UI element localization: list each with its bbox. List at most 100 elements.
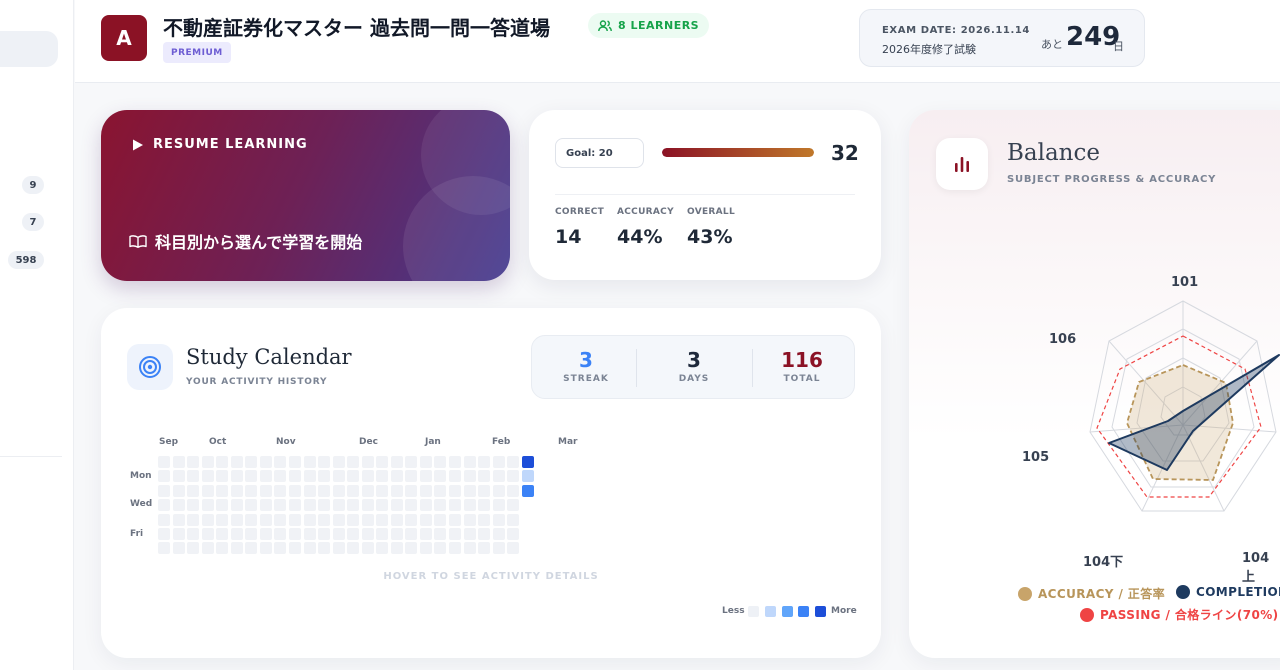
heatmap-cell[interactable]	[419, 513, 432, 526]
heatmap-cell[interactable]	[332, 513, 345, 526]
heatmap-cell[interactable]	[172, 484, 185, 497]
heatmap-cell[interactable]	[478, 470, 491, 483]
heatmap-cell[interactable]	[318, 499, 331, 512]
heatmap-cell[interactable]	[478, 456, 491, 468]
heatmap-cell[interactable]	[172, 456, 185, 468]
heatmap-cell[interactable]	[201, 470, 214, 483]
heatmap-cell[interactable]	[259, 470, 272, 483]
heatmap-cell[interactable]	[405, 542, 418, 555]
heatmap-cell[interactable]	[507, 528, 520, 540]
heatmap-cell[interactable]	[376, 528, 389, 540]
heatmap-cell[interactable]	[172, 513, 185, 526]
heatmap-cell[interactable]	[216, 470, 229, 483]
heatmap-cell[interactable]	[216, 456, 229, 468]
heatmap-cell[interactable]	[419, 499, 432, 512]
heatmap-cell[interactable]	[303, 542, 316, 555]
heatmap-cell[interactable]	[434, 513, 447, 526]
heatmap-cell[interactable]	[259, 542, 272, 555]
heatmap-cell[interactable]	[245, 456, 258, 468]
heatmap-cell[interactable]	[521, 484, 534, 497]
heatmap-cell[interactable]	[332, 470, 345, 483]
heatmap-cell[interactable]	[288, 456, 301, 468]
heatmap-cell[interactable]	[478, 513, 491, 526]
heatmap-cell[interactable]	[361, 470, 374, 483]
heatmap-cell[interactable]	[245, 542, 258, 555]
heatmap-cell[interactable]	[449, 456, 461, 468]
heatmap-cell[interactable]	[463, 484, 476, 497]
heatmap-cell[interactable]	[521, 470, 534, 483]
heatmap-cell[interactable]	[259, 528, 272, 540]
heatmap-cell[interactable]	[318, 484, 331, 497]
heatmap-cell[interactable]	[463, 456, 476, 468]
heatmap-cell[interactable]	[449, 484, 461, 497]
heatmap-cell[interactable]	[216, 542, 229, 555]
heatmap-cell[interactable]	[216, 499, 229, 512]
resume-learning-card[interactable]: RESUME LEARNING 科目別から選んで学習を開始	[101, 110, 510, 281]
heatmap-cell[interactable]	[245, 499, 258, 512]
heatmap-cell[interactable]	[245, 513, 258, 526]
heatmap-cell[interactable]	[449, 528, 461, 540]
heatmap-cell[interactable]	[405, 499, 418, 512]
heatmap-cell[interactable]	[230, 499, 243, 512]
heatmap-cell[interactable]	[492, 499, 505, 512]
heatmap-cell[interactable]	[230, 484, 243, 497]
heatmap-cell[interactable]	[318, 513, 331, 526]
heatmap-cell[interactable]	[463, 499, 476, 512]
heatmap-cell[interactable]	[274, 470, 287, 483]
heatmap-cell[interactable]	[507, 499, 520, 512]
heatmap-cell[interactable]	[478, 542, 491, 555]
heatmap-cell[interactable]	[507, 513, 520, 526]
heatmap-cell[interactable]	[463, 470, 476, 483]
heatmap-cell[interactable]	[303, 484, 316, 497]
heatmap-cell[interactable]	[303, 470, 316, 483]
heatmap-cell[interactable]	[376, 542, 389, 555]
heatmap-cell[interactable]	[230, 542, 243, 555]
heatmap-cell[interactable]	[405, 456, 418, 468]
heatmap-cell[interactable]	[361, 528, 374, 540]
heatmap-cell[interactable]	[463, 528, 476, 540]
heatmap-cell[interactable]	[492, 542, 505, 555]
heatmap-cell[interactable]	[201, 456, 214, 468]
heatmap-cell[interactable]	[187, 542, 200, 555]
heatmap-cell[interactable]	[347, 470, 360, 483]
heatmap-cell[interactable]	[449, 513, 461, 526]
heatmap-cell[interactable]	[172, 528, 185, 540]
heatmap-cell[interactable]	[434, 542, 447, 555]
heatmap-cell[interactable]	[390, 456, 403, 468]
heatmap-cell[interactable]	[158, 456, 170, 468]
heatmap-cell[interactable]	[158, 542, 170, 555]
heatmap-cell[interactable]	[376, 470, 389, 483]
heatmap-cell[interactable]	[492, 470, 505, 483]
heatmap-cell[interactable]	[478, 484, 491, 497]
heatmap-cell[interactable]	[158, 513, 170, 526]
heatmap-cell[interactable]	[419, 470, 432, 483]
heatmap-cell[interactable]	[332, 499, 345, 512]
heatmap-cell[interactable]	[259, 456, 272, 468]
heatmap-cell[interactable]	[332, 542, 345, 555]
heatmap-cell[interactable]	[449, 470, 461, 483]
goal-select[interactable]: Goal: 20	[555, 138, 644, 168]
app-logo[interactable]: A	[101, 15, 147, 61]
heatmap-cell[interactable]	[332, 484, 345, 497]
heatmap-cell[interactable]	[492, 456, 505, 468]
heatmap-cell[interactable]	[347, 528, 360, 540]
heatmap-cell[interactable]	[201, 513, 214, 526]
heatmap-cell[interactable]	[347, 499, 360, 512]
heatmap-cell[interactable]	[201, 499, 214, 512]
heatmap-cell[interactable]	[288, 542, 301, 555]
heatmap-cell[interactable]	[187, 456, 200, 468]
heatmap-cell[interactable]	[507, 456, 520, 468]
heatmap-cell[interactable]	[390, 513, 403, 526]
heatmap-cell[interactable]	[318, 470, 331, 483]
heatmap-cell[interactable]	[376, 456, 389, 468]
heatmap-cell[interactable]	[347, 456, 360, 468]
heatmap-cell[interactable]	[318, 528, 331, 540]
heatmap-cell[interactable]	[347, 542, 360, 555]
heatmap-cell[interactable]	[259, 484, 272, 497]
heatmap-cell[interactable]	[274, 528, 287, 540]
heatmap-cell[interactable]	[332, 456, 345, 468]
heatmap-cell[interactable]	[318, 542, 331, 555]
heatmap-cell[interactable]	[216, 513, 229, 526]
heatmap-cell[interactable]	[492, 513, 505, 526]
heatmap-cell[interactable]	[201, 484, 214, 497]
